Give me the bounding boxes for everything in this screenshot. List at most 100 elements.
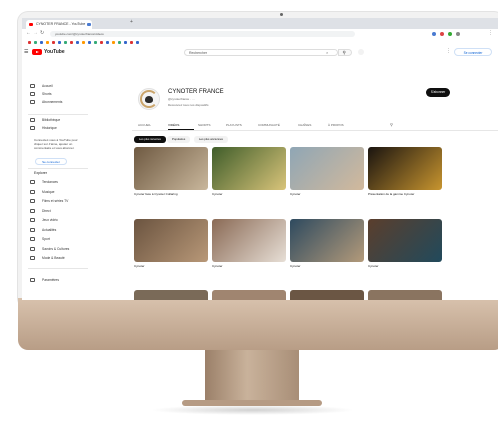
bookmark-icon[interactable] [136,41,139,44]
back-icon[interactable]: ← [26,30,31,36]
bookmark-icon[interactable] [34,41,37,44]
imac-foot [182,400,322,406]
extension-icon[interactable] [448,32,452,36]
subscriptions-icon [30,100,35,104]
channel-description[interactable]: Découvrez tous nos dispositifs [168,103,209,107]
subscribe-button[interactable]: S'abonner [426,88,450,97]
forward-icon[interactable]: → [33,30,38,36]
sidebar-item-label[interactable]: Musique [42,190,54,194]
bookmark-icon[interactable] [124,41,127,44]
video-title[interactable]: Présentation de la gamme Cynoter [368,193,442,197]
video-thumbnail[interactable] [134,290,208,300]
browser-tab-title: CYNOTER FRANCE - YouTube [36,22,86,26]
tab-3[interactable]: PLAYLISTS [226,122,242,128]
sidebar-item-label[interactable]: Jeux vidéo [42,218,58,222]
tab-2[interactable]: SHORTS [198,122,210,128]
browser-menu-icon[interactable]: ⋮ [488,30,493,36]
sidebar-item-label[interactable]: Films et séries TV [42,199,68,203]
video-title[interactable]: Cynoter [368,265,442,269]
bookmark-icon[interactable] [130,41,133,44]
video-title[interactable]: Cynoter [212,193,286,197]
sidebar-item-label[interactable]: Mode & Beauté [42,256,65,260]
bookmark-icon[interactable] [88,41,91,44]
search-button[interactable]: ⚲ [338,49,352,56]
extension-icon[interactable] [456,32,460,36]
video-thumbnail[interactable] [290,290,364,300]
bookmark-icon[interactable] [70,41,73,44]
video-thumbnail[interactable] [212,219,286,262]
tab-0[interactable]: ACCUEIL [138,122,151,128]
tab-6[interactable]: À PROPOS [328,122,344,128]
channel-search-icon[interactable]: ⚲ [390,122,393,128]
new-tab-icon[interactable]: + [130,19,133,25]
video-thumbnail[interactable] [368,147,442,190]
tab-favicon-icon [87,23,91,26]
gaming-icon [30,218,35,222]
sidebar-item-label[interactable]: Sport [42,237,50,241]
sports-icon [30,237,35,241]
trending-icon [30,180,35,184]
bookmark-icon[interactable] [28,41,31,44]
signin-button[interactable]: Se connecter [454,48,492,56]
video-thumbnail[interactable] [212,290,286,300]
extension-icon[interactable] [432,32,436,36]
active-tab-indicator [168,129,194,130]
video-thumbnail[interactable] [290,147,364,190]
sidebar-item-label[interactable]: Paramètres [42,278,59,282]
more-options-icon[interactable]: ⋮ [446,48,451,54]
bookmark-icon[interactable] [64,41,67,44]
video-title[interactable]: Cynoter [290,193,364,197]
tab-4[interactable]: COMMUNAUTÉ [258,122,280,128]
sidebar-item-label[interactable]: Accueil [42,84,53,88]
bookmark-icon[interactable] [100,41,103,44]
sidebar-item-label[interactable]: Historique [42,126,57,130]
sidebar-signin-button[interactable]: Se connecter [35,158,67,165]
filter-chip[interactable]: Populaires [167,136,191,143]
sidebar-item-label[interactable]: Bibliothèque [42,118,60,122]
video-title[interactable]: Cynoter [212,265,286,269]
hamburger-menu-icon[interactable]: ☰ [24,49,28,55]
filter-chip[interactable]: Les plus anciennes [194,136,228,143]
bookmark-icon[interactable] [58,41,61,44]
bookmark-icon[interactable] [76,41,79,44]
search-icon: ⚲ [342,50,346,55]
video-thumbnail[interactable] [368,219,442,262]
sidebar-item-label[interactable]: Direct [42,209,51,213]
video-thumbnail[interactable] [212,147,286,190]
sidebar-item-label[interactable]: Abonnements [42,100,62,104]
sidebar-item-label[interactable]: Shorts [42,92,52,96]
extension-icon[interactable] [440,32,444,36]
sidebar-signin-prompt: Connectez-vous à YouTube pour cliquer su… [34,138,78,150]
browser-tab-bar: CYNOTER FRANCE - YouTube + [22,18,498,29]
video-title[interactable]: Cynoter [134,265,208,269]
paw-icon [145,96,153,103]
video-title[interactable]: Cynoter [290,265,364,269]
sidebar-explore-heading: Explorer [34,171,48,175]
browser-tab-active[interactable]: CYNOTER FRANCE - YouTube [26,20,92,29]
video-thumbnail[interactable] [290,219,364,262]
bookmark-icon[interactable] [46,41,49,44]
bookmark-icon[interactable] [40,41,43,44]
bookmark-icon[interactable] [112,41,115,44]
video-title[interactable]: Cynoter face à Cynoter Collaring [134,193,208,197]
bookmark-icon[interactable] [94,41,97,44]
bookmark-icon[interactable] [118,41,121,44]
tab-1[interactable]: VIDÉOS [168,122,179,128]
clear-search-icon[interactable]: × [326,49,328,56]
address-bar[interactable]: youtube.com/@cynoterfrance/videos [50,31,355,37]
voice-search-icon[interactable] [358,49,364,55]
bookmark-icon[interactable] [106,41,109,44]
bookmark-icon[interactable] [82,41,85,44]
sidebar-item-label[interactable]: Tendances [42,180,58,184]
tab-5[interactable]: CHAÎNES [298,122,311,128]
sidebar-item-label[interactable]: Actualités [42,228,56,232]
reload-icon[interactable]: ↻ [40,30,44,36]
youtube-logo-text: YouTube [44,49,65,55]
filter-chip[interactable]: Les plus récentes [134,136,166,143]
video-thumbnail[interactable] [368,290,442,300]
search-input[interactable]: Rechercher [184,49,338,56]
sidebar-item-label[interactable]: Savoirs & Cultures [42,247,69,251]
bookmark-icon[interactable] [52,41,55,44]
video-thumbnail[interactable] [134,219,208,262]
video-thumbnail[interactable] [134,147,208,190]
